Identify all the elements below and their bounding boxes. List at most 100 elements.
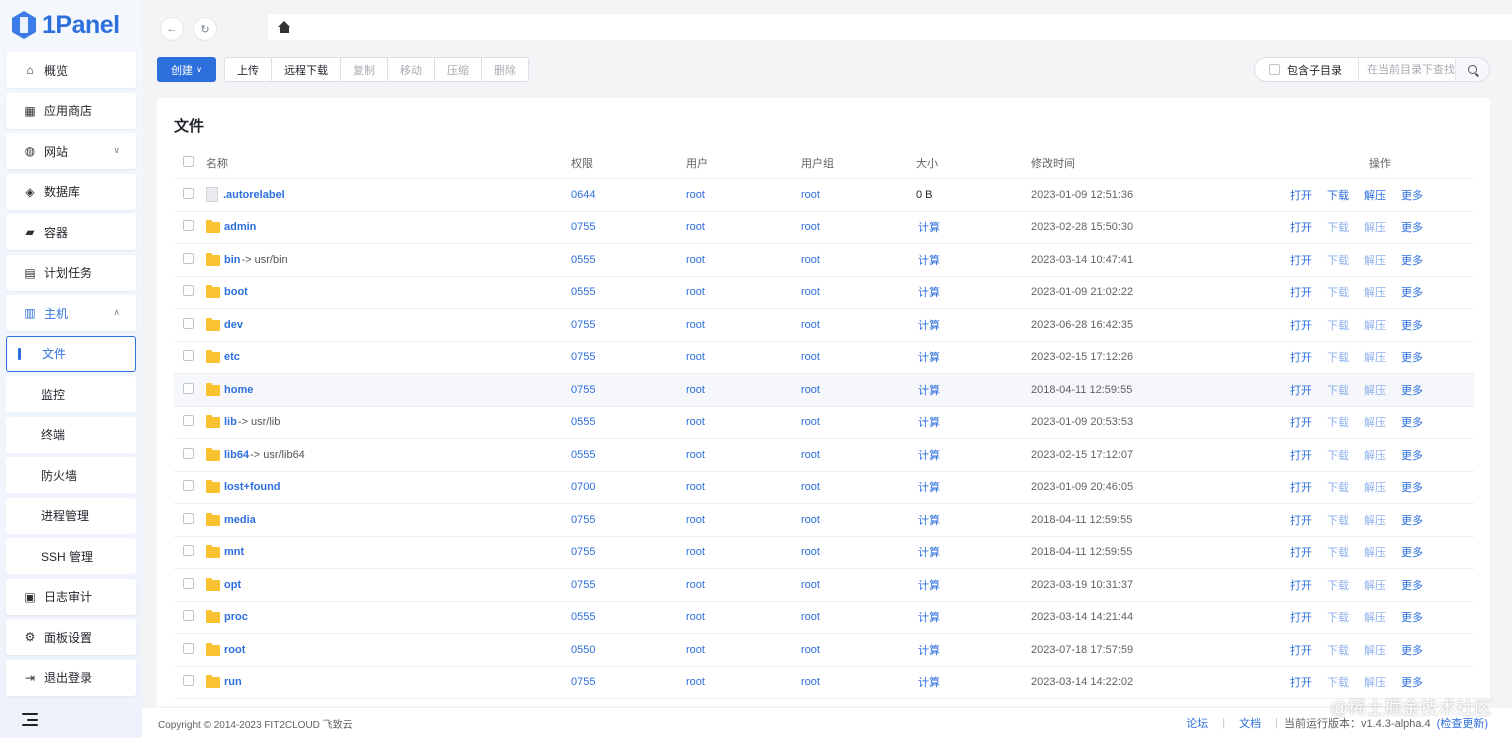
- extract-button[interactable]: 解压: [1364, 642, 1386, 658]
- permission-link[interactable]: 0755: [571, 319, 686, 331]
- logo[interactable]: 1Panel: [12, 8, 120, 42]
- extract-button[interactable]: 解压: [1364, 674, 1386, 690]
- file-name-link[interactable]: dev: [224, 319, 243, 331]
- table-row[interactable]: proc 0555 root root 计算 2023-03-14 14:21:44 打开下…: [174, 602, 1474, 634]
- more-button[interactable]: 更多: [1401, 414, 1423, 430]
- group-link[interactable]: root: [801, 286, 916, 298]
- open-button[interactable]: 打开: [1290, 544, 1312, 560]
- download-button[interactable]: 下载: [1327, 674, 1349, 690]
- permission-link[interactable]: 0755: [571, 546, 686, 558]
- extract-button[interactable]: 解压: [1364, 544, 1386, 560]
- calc-size-button[interactable]: 计算: [918, 287, 940, 299]
- more-button[interactable]: 更多: [1401, 317, 1423, 333]
- extract-button[interactable]: 解压: [1364, 317, 1386, 333]
- permission-link[interactable]: 0755: [571, 579, 686, 591]
- extract-button[interactable]: 解压: [1364, 382, 1386, 398]
- user-link[interactable]: root: [686, 319, 801, 331]
- file-name-link[interactable]: home: [224, 384, 253, 396]
- include-subdir-checkbox[interactable]: 包含子目录: [1255, 58, 1359, 81]
- row-checkbox[interactable]: [183, 252, 194, 264]
- extract-button[interactable]: 解压: [1364, 284, 1386, 300]
- group-link[interactable]: root: [801, 676, 916, 688]
- row-checkbox[interactable]: [183, 447, 194, 459]
- permission-link[interactable]: 0755: [571, 351, 686, 363]
- open-button[interactable]: 打开: [1290, 284, 1312, 300]
- user-link[interactable]: root: [686, 254, 801, 266]
- calc-size-button[interactable]: 计算: [918, 482, 940, 494]
- download-button[interactable]: 下载: [1327, 609, 1349, 625]
- row-checkbox[interactable]: [183, 187, 194, 199]
- sidebar-item-database[interactable]: ◈ 数据库: [6, 173, 136, 210]
- permission-link[interactable]: 0755: [571, 514, 686, 526]
- more-button[interactable]: 更多: [1401, 252, 1423, 268]
- more-button[interactable]: 更多: [1401, 479, 1423, 495]
- file-name-link[interactable]: lib: [224, 416, 237, 428]
- more-button[interactable]: 更多: [1401, 577, 1423, 593]
- forum-link[interactable]: 论坛: [1186, 715, 1208, 731]
- user-link[interactable]: root: [686, 644, 801, 656]
- table-row[interactable]: bin -> usr/bin 0555 root root 计算 2023-03-14 10…: [174, 244, 1474, 277]
- refresh-button[interactable]: ↻: [193, 17, 217, 41]
- group-link[interactable]: root: [801, 481, 916, 493]
- row-checkbox[interactable]: [183, 382, 194, 394]
- permission-link[interactable]: 0555: [571, 286, 686, 298]
- calc-size-button[interactable]: 计算: [918, 580, 940, 592]
- permission-link[interactable]: 0755: [571, 221, 686, 233]
- download-button[interactable]: 下载: [1327, 414, 1349, 430]
- col-size[interactable]: 大小: [916, 155, 1031, 171]
- user-link[interactable]: root: [686, 221, 801, 233]
- download-button[interactable]: 下载: [1327, 252, 1349, 268]
- calc-size-button[interactable]: 计算: [918, 547, 940, 559]
- docs-link[interactable]: 文档: [1239, 715, 1261, 731]
- extract-button[interactable]: 解压: [1364, 252, 1386, 268]
- file-name-link[interactable]: proc: [224, 611, 248, 623]
- row-checkbox[interactable]: [183, 642, 194, 654]
- extract-button[interactable]: 解压: [1364, 414, 1386, 430]
- more-button[interactable]: 更多: [1401, 544, 1423, 560]
- file-name-link[interactable]: lib64: [224, 449, 249, 461]
- table-row[interactable]: .autorelabel 0644 root root 0 B 2023-01-09 12…: [174, 179, 1474, 212]
- col-name[interactable]: 名称: [206, 155, 571, 171]
- sidebar-item-cron[interactable]: ▤ 计划任务: [6, 254, 136, 291]
- more-button[interactable]: 更多: [1401, 349, 1423, 365]
- download-button[interactable]: 下载: [1327, 512, 1349, 528]
- group-link[interactable]: root: [801, 644, 916, 656]
- group-link[interactable]: root: [801, 611, 916, 623]
- calc-size-button[interactable]: 计算: [918, 645, 940, 657]
- user-link[interactable]: root: [686, 611, 801, 623]
- table-row[interactable]: mnt 0755 root root 计算 2018-04-11 12:59:55 打开 下载…: [174, 537, 1474, 569]
- sidebar-item-logs[interactable]: ▣ 日志审计: [6, 578, 136, 615]
- more-button[interactable]: 更多: [1401, 674, 1423, 690]
- calc-size-button[interactable]: 计算: [918, 612, 940, 624]
- calc-size-button[interactable]: 计算: [918, 222, 940, 234]
- extract-button[interactable]: 解压: [1364, 512, 1386, 528]
- sidebar-subitem-firewall[interactable]: 防火墙: [6, 457, 136, 493]
- user-link[interactable]: root: [686, 189, 801, 201]
- calc-size-button[interactable]: 计算: [918, 352, 940, 364]
- extract-button[interactable]: 解压: [1364, 187, 1386, 203]
- sidebar-item-host[interactable]: ▥ 主机 ∧: [6, 295, 136, 331]
- group-link[interactable]: root: [801, 189, 916, 201]
- upload-button[interactable]: 上传: [225, 58, 272, 81]
- permission-link[interactable]: 0555: [571, 611, 686, 623]
- search-button[interactable]: [1455, 58, 1489, 81]
- user-link[interactable]: root: [686, 579, 801, 591]
- more-button[interactable]: 更多: [1401, 447, 1423, 463]
- open-button[interactable]: 打开: [1290, 447, 1312, 463]
- table-row[interactable]: etc 0755 root root 计算 2023-02-15 17:12:26 打开 下载…: [174, 342, 1474, 374]
- move-button[interactable]: 移动: [388, 58, 435, 81]
- permission-link[interactable]: 0644: [571, 189, 686, 201]
- download-button[interactable]: 下载: [1327, 382, 1349, 398]
- table-row[interactable]: dev 0755 root root 计算 2023-06-28 16:42:35 打开 下载…: [174, 309, 1474, 342]
- permission-link[interactable]: 0700: [571, 481, 686, 493]
- file-name-link[interactable]: boot: [224, 286, 248, 298]
- calc-size-button[interactable]: 计算: [918, 320, 940, 332]
- extract-button[interactable]: 解压: [1364, 479, 1386, 495]
- extract-button[interactable]: 解压: [1364, 219, 1386, 235]
- permission-link[interactable]: 0555: [571, 254, 686, 266]
- open-button[interactable]: 打开: [1290, 317, 1312, 333]
- table-row[interactable]: boot 0555 root root 计算 2023-01-09 21:02:22 打开下…: [174, 277, 1474, 309]
- remote-download-button[interactable]: 远程下载: [272, 58, 341, 81]
- more-button[interactable]: 更多: [1401, 219, 1423, 235]
- table-row[interactable]: run 0755 root root 计算 2023-03-14 14:22:02 打开 下载…: [174, 667, 1474, 699]
